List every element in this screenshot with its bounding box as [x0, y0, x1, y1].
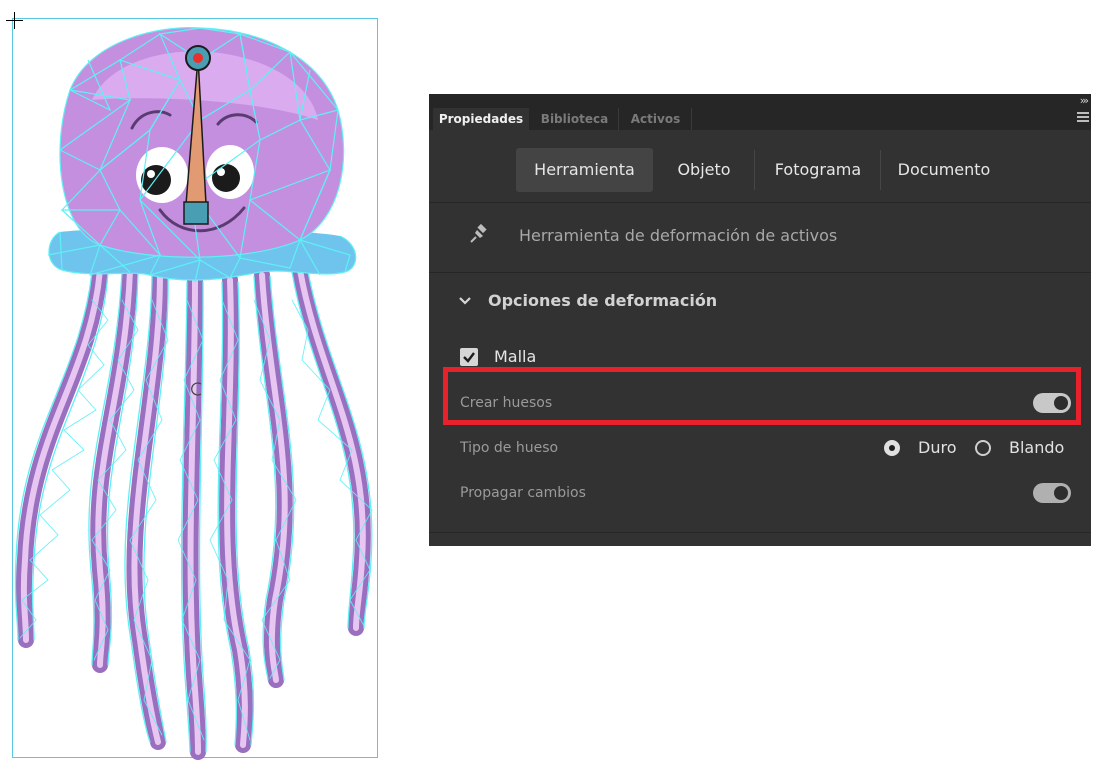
divider	[429, 532, 1091, 533]
bone-type-label: Tipo de hueso	[460, 440, 559, 456]
segment-divider	[880, 150, 881, 190]
chevron-down-icon[interactable]	[458, 296, 472, 306]
jellyfish-tentacles	[14, 262, 373, 760]
tab-biblioteca[interactable]: Biblioteca	[531, 108, 619, 130]
tab-activos[interactable]: Activos	[620, 108, 692, 130]
crosshair-cursor-icon	[6, 12, 23, 29]
bone-type-blando-radio[interactable]	[975, 440, 991, 456]
propagate-changes-label: Propagar cambios	[460, 485, 586, 501]
segment-documento[interactable]: Documento	[884, 148, 1004, 192]
mesh-checkbox[interactable]	[460, 348, 478, 366]
segment-herramienta[interactable]: Herramienta	[516, 148, 653, 192]
pin-icon[interactable]	[469, 224, 489, 244]
jellyfish-right-eye	[206, 145, 254, 199]
bone-type-duro-radio[interactable]	[884, 440, 900, 456]
segment-divider	[754, 150, 755, 190]
mesh-label: Malla	[494, 347, 537, 366]
propagate-changes-toggle[interactable]	[1033, 483, 1071, 503]
bone-type-duro-label[interactable]: Duro	[918, 438, 956, 457]
checkmark-icon	[463, 352, 475, 363]
create-bones-label: Crear huesos	[460, 395, 553, 411]
jellyfish-artwork[interactable]	[0, 0, 400, 778]
properties-panel: Propiedades Biblioteca Activos ››› Herra…	[429, 94, 1091, 546]
tab-propiedades[interactable]: Propiedades	[433, 108, 529, 130]
bone-type-blando-label[interactable]: Blando	[1009, 438, 1064, 457]
stage-canvas[interactable]	[0, 0, 400, 778]
divider	[429, 202, 1091, 203]
tool-name: Herramienta de deformación de activos	[519, 226, 838, 245]
section-title[interactable]: Opciones de deformación	[488, 291, 717, 310]
divider	[429, 272, 1091, 273]
segment-objeto[interactable]: Objeto	[659, 148, 749, 192]
segment-fotograma[interactable]: Fotograma	[759, 148, 877, 192]
double-chevron-right-icon[interactable]: ›››	[1080, 94, 1089, 107]
bone-tail-joint[interactable]	[183, 201, 209, 225]
hamburger-menu-icon[interactable]	[1077, 112, 1089, 122]
panel-tab-bar: Propiedades Biblioteca Activos ›››	[429, 94, 1091, 130]
create-bones-toggle[interactable]	[1033, 393, 1071, 413]
bone-head-joint[interactable]	[185, 45, 211, 71]
